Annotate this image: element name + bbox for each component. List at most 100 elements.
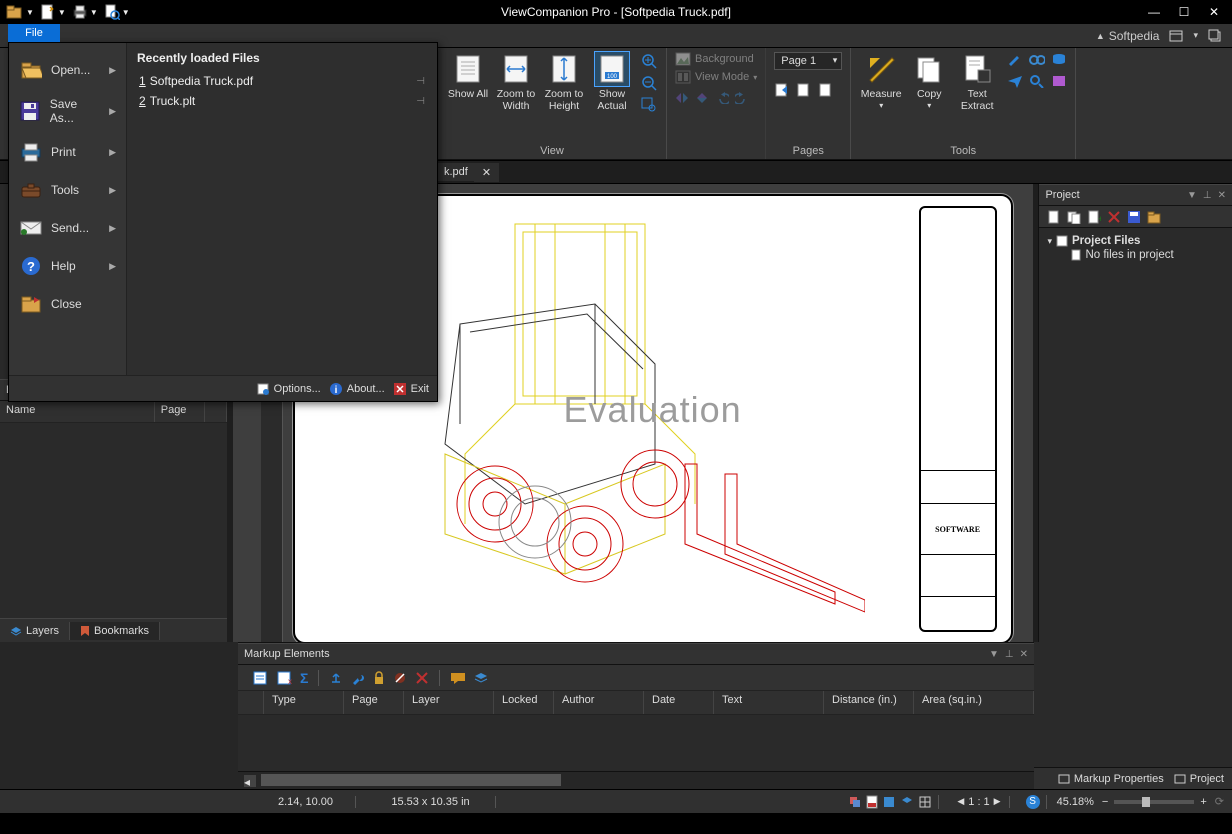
tool-pen-icon[interactable] (1007, 52, 1023, 66)
mu-col-distance[interactable]: Distance (in.) (824, 691, 914, 714)
tab-project[interactable]: Project (1174, 773, 1224, 785)
page-next-icon[interactable] (818, 82, 834, 98)
proj-new-icon[interactable] (1047, 210, 1061, 224)
project-tree[interactable]: ▾Project Files No files in project (1039, 228, 1232, 268)
menubar-dropdown-icon[interactable]: ▾ (1193, 30, 1198, 41)
tool-search-icon[interactable] (1029, 74, 1045, 88)
document-tab-close-icon[interactable]: ✕ (474, 163, 499, 182)
qat-open-icon[interactable]: ▼ (6, 3, 38, 21)
horizontal-scrollbar[interactable]: ◂ (238, 771, 1034, 789)
mu-export-icon[interactable] (329, 671, 343, 685)
zoom-minus-icon[interactable]: − (1102, 796, 1108, 808)
mu-col-text[interactable]: Text (714, 691, 824, 714)
text-extract-button[interactable]: TextExtract (955, 52, 999, 112)
bookmarks-col-name[interactable]: Name (0, 401, 155, 422)
zoom-out-icon[interactable] (640, 74, 658, 92)
mu-hide-icon[interactable] (393, 671, 407, 685)
maximize-button[interactable]: ☐ (1174, 5, 1194, 19)
sb-snap-icon[interactable]: S (1026, 795, 1040, 809)
bookmarks-col-page[interactable]: Page (155, 401, 205, 422)
proj-add-icon[interactable]: + (1087, 210, 1101, 224)
tool-database-icon[interactable] (1051, 52, 1067, 66)
pin-icon[interactable]: ⊣ (416, 96, 425, 107)
zoom-slider[interactable]: − + (1102, 796, 1207, 808)
close-button[interactable]: ✕ (1204, 5, 1224, 19)
qat-new-icon[interactable]: ▼ (40, 2, 70, 22)
zoom-width-button[interactable]: Zoom to Width (494, 52, 538, 112)
flip-v-icon[interactable] (695, 92, 709, 104)
mu-comment-icon[interactable] (450, 672, 466, 684)
mu-list-icon[interactable] (252, 670, 268, 686)
recent-file-2[interactable]: 2Truck.plt⊣ (137, 91, 427, 111)
file-options[interactable]: Options... (256, 382, 321, 396)
mu-wrench-icon[interactable] (351, 671, 365, 685)
brand-link[interactable]: ▲Softpedia (1096, 29, 1160, 43)
page-first-icon[interactable] (774, 82, 790, 98)
flip-h-icon[interactable] (675, 92, 689, 104)
tool-binoculars-icon[interactable] (1029, 52, 1045, 66)
recent-file-1[interactable]: 1Softpedia Truck.pdf⊣ (137, 71, 427, 91)
status-ratio[interactable]: 1 : 1 (968, 796, 989, 808)
mu-layers-icon[interactable] (474, 672, 488, 684)
file-tools[interactable]: Tools▶ (9, 173, 126, 207)
mu-lock-icon[interactable] (373, 671, 385, 685)
mu-col-page[interactable]: Page (344, 691, 404, 714)
zoom-plus-icon[interactable]: + (1200, 796, 1206, 808)
tab-bookmarks[interactable]: Bookmarks (70, 622, 160, 640)
restore-child-icon[interactable] (1208, 29, 1224, 43)
zoom-area-icon[interactable] (640, 96, 658, 114)
qat-preview-icon[interactable]: ▼ (104, 2, 134, 22)
tab-markup-properties[interactable]: Markup Properties (1058, 773, 1164, 785)
panel-pin-icon[interactable]: ⊥ (1203, 190, 1212, 201)
panel-close-icon[interactable]: ✕ (1218, 190, 1226, 201)
proj-save-icon[interactable] (1127, 210, 1141, 224)
page-prev-icon[interactable] (796, 82, 812, 98)
show-actual-button[interactable]: 100Show Actual (590, 52, 634, 112)
mu-sigma-icon[interactable]: Σ (300, 670, 308, 686)
mu-col-author[interactable]: Author (554, 691, 644, 714)
sb-overlay-icon[interactable] (848, 795, 862, 809)
mu-table-icon[interactable]: x (276, 670, 292, 686)
proj-delete-icon[interactable] (1107, 210, 1121, 224)
panel-menu-icon[interactable]: ▼ (1187, 190, 1197, 201)
panel-menu-icon[interactable]: ▼ (989, 649, 999, 660)
panel-close-icon[interactable]: ✕ (1020, 649, 1028, 660)
sb-pdf-icon[interactable] (866, 795, 878, 809)
pin-icon[interactable]: ⊣ (416, 76, 425, 87)
tab-layers[interactable]: Layers (0, 622, 70, 640)
file-print[interactable]: Print▶ (9, 135, 126, 169)
proj-newset-icon[interactable] (1067, 210, 1081, 224)
mu-col-layer[interactable]: Layer (404, 691, 494, 714)
file-exit[interactable]: Exit (393, 382, 429, 396)
file-open[interactable]: Open...▶ (9, 53, 126, 87)
tree-root[interactable]: ▾Project Files (1047, 234, 1224, 248)
status-zoom[interactable]: 45.18% (1057, 796, 1094, 808)
panel-pin-icon[interactable]: ⊥ (1005, 649, 1014, 660)
file-tab[interactable]: File (8, 24, 60, 42)
mu-delete-icon[interactable] (415, 671, 429, 685)
tool-plane-icon[interactable] (1007, 74, 1023, 88)
mu-col-type[interactable]: Type (264, 691, 344, 714)
mu-col-locked[interactable]: Locked (494, 691, 554, 714)
tool-palette-icon[interactable] (1051, 74, 1067, 88)
proj-open-icon[interactable] (1147, 210, 1161, 224)
sb-layers-icon[interactable] (900, 795, 914, 809)
window-list-icon[interactable] (1169, 30, 1183, 42)
file-help[interactable]: ?Help▶ (9, 249, 126, 283)
document-tab[interactable]: k.pdf (438, 163, 474, 181)
sb-color-icon[interactable] (882, 795, 896, 809)
mu-col-area[interactable]: Area (sq.in.) (914, 691, 1034, 714)
zoom-in-icon[interactable] (640, 52, 658, 70)
qat-print-icon[interactable]: ▼ (72, 3, 102, 21)
measure-button[interactable]: Measure▾ (859, 52, 903, 112)
zoom-height-button[interactable]: Zoom to Height (542, 52, 586, 112)
show-all-button[interactable]: Show All (446, 52, 490, 100)
copy-button[interactable]: Copy▾ (907, 52, 951, 112)
mu-col-date[interactable]: Date (644, 691, 714, 714)
minimize-button[interactable]: — (1144, 5, 1164, 19)
file-send[interactable]: Send...▶ (9, 211, 126, 245)
rotate-right-icon[interactable] (735, 92, 749, 104)
file-saveas[interactable]: Save As...▶ (9, 91, 126, 131)
file-about[interactable]: iAbout... (329, 382, 385, 396)
sb-grid-icon[interactable] (918, 795, 932, 809)
